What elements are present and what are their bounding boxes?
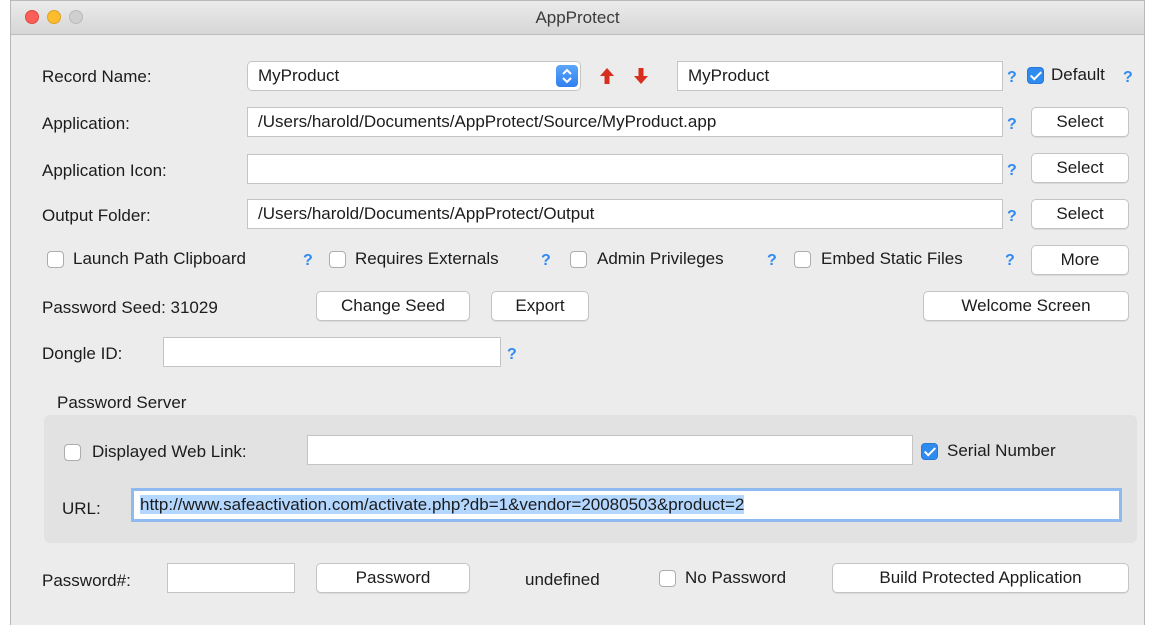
serial-number-label: Serial Number (947, 441, 1056, 460)
window-title: AppProtect (535, 8, 620, 27)
password-server-title: Password Server (57, 393, 187, 412)
embed-static-help-icon[interactable]: ? (1005, 252, 1015, 270)
more-button[interactable]: More (1031, 245, 1129, 275)
application-icon-label: Application Icon: (42, 161, 167, 180)
application-label: Application: (42, 114, 130, 133)
displayed-web-link-field[interactable] (307, 435, 913, 465)
embed-static-files-checkbox[interactable] (794, 251, 811, 268)
password-number-field[interactable] (167, 563, 295, 593)
dongle-id-field[interactable] (163, 337, 501, 367)
popup-chevron-icon (556, 65, 578, 87)
application-help-icon[interactable]: ? (1007, 116, 1017, 134)
move-up-arrow-icon[interactable] (599, 67, 615, 85)
admin-privileges-label: Admin Privileges (597, 249, 724, 268)
launch-path-clipboard-checkbox[interactable] (47, 251, 64, 268)
requires-externals-help-icon[interactable]: ? (541, 252, 551, 270)
default-help-icon[interactable]: ? (1123, 69, 1133, 87)
no-password-label: No Password (685, 568, 787, 587)
application-path-field[interactable]: /Users/harold/Documents/AppProtect/Sourc… (247, 107, 1003, 137)
launch-path-help-icon[interactable]: ? (303, 252, 313, 270)
admin-privileges-checkbox[interactable] (570, 251, 587, 268)
url-label: URL: (62, 499, 101, 518)
title-bar: AppProtect (11, 1, 1144, 35)
password-number-label: Password#: (42, 571, 131, 590)
output-folder-field[interactable]: /Users/harold/Documents/AppProtect/Outpu… (247, 199, 1003, 229)
application-icon-field[interactable] (247, 154, 1003, 184)
url-field[interactable]: http://www.safeactivation.com/activate.p… (131, 488, 1122, 522)
no-password-checkbox[interactable] (659, 570, 676, 587)
requires-externals-label: Requires Externals (355, 249, 499, 268)
move-down-arrow-icon[interactable] (633, 67, 649, 85)
displayed-web-link-label: Displayed Web Link: (92, 442, 247, 461)
embed-static-files-label: Embed Static Files (821, 249, 963, 268)
build-protected-application-button[interactable]: Build Protected Application (832, 563, 1129, 593)
serial-number-checkbox[interactable] (921, 443, 938, 460)
welcome-screen-button[interactable]: Welcome Screen (923, 291, 1129, 321)
app-window: AppProtect Record Name: MyProduct MyProd… (10, 0, 1145, 625)
output-folder-label: Output Folder: (42, 206, 151, 225)
launch-path-clipboard-label: Launch Path Clipboard (73, 249, 246, 268)
displayed-web-link-checkbox[interactable] (64, 444, 81, 461)
dongle-id-label: Dongle ID: (42, 344, 123, 363)
export-button[interactable]: Export (491, 291, 589, 321)
record-name-popup[interactable]: MyProduct (247, 61, 581, 91)
password-seed-label: Password Seed: 31029 (42, 298, 218, 317)
application-select-button[interactable]: Select (1031, 107, 1129, 137)
url-text: http://www.safeactivation.com/activate.p… (140, 495, 745, 514)
application-icon-help-icon[interactable]: ? (1007, 162, 1017, 180)
status-text: undefined (525, 570, 600, 589)
default-label: Default (1051, 65, 1105, 84)
password-server-group: Displayed Web Link: Serial Number URL: h… (44, 415, 1137, 543)
default-checkbox[interactable] (1027, 67, 1044, 84)
password-button[interactable]: Password (316, 563, 470, 593)
record-name-selected: MyProduct (258, 66, 340, 85)
admin-privileges-help-icon[interactable]: ? (767, 252, 777, 270)
application-icon-select-button[interactable]: Select (1031, 153, 1129, 183)
record-name-field[interactable]: MyProduct (677, 61, 1003, 91)
output-help-icon[interactable]: ? (1007, 208, 1017, 226)
change-seed-button[interactable]: Change Seed (316, 291, 470, 321)
record-name-label: Record Name: (42, 67, 152, 86)
requires-externals-checkbox[interactable] (329, 251, 346, 268)
record-help-icon[interactable]: ? (1007, 69, 1017, 87)
dongle-help-icon[interactable]: ? (507, 346, 517, 364)
output-select-button[interactable]: Select (1031, 199, 1129, 229)
